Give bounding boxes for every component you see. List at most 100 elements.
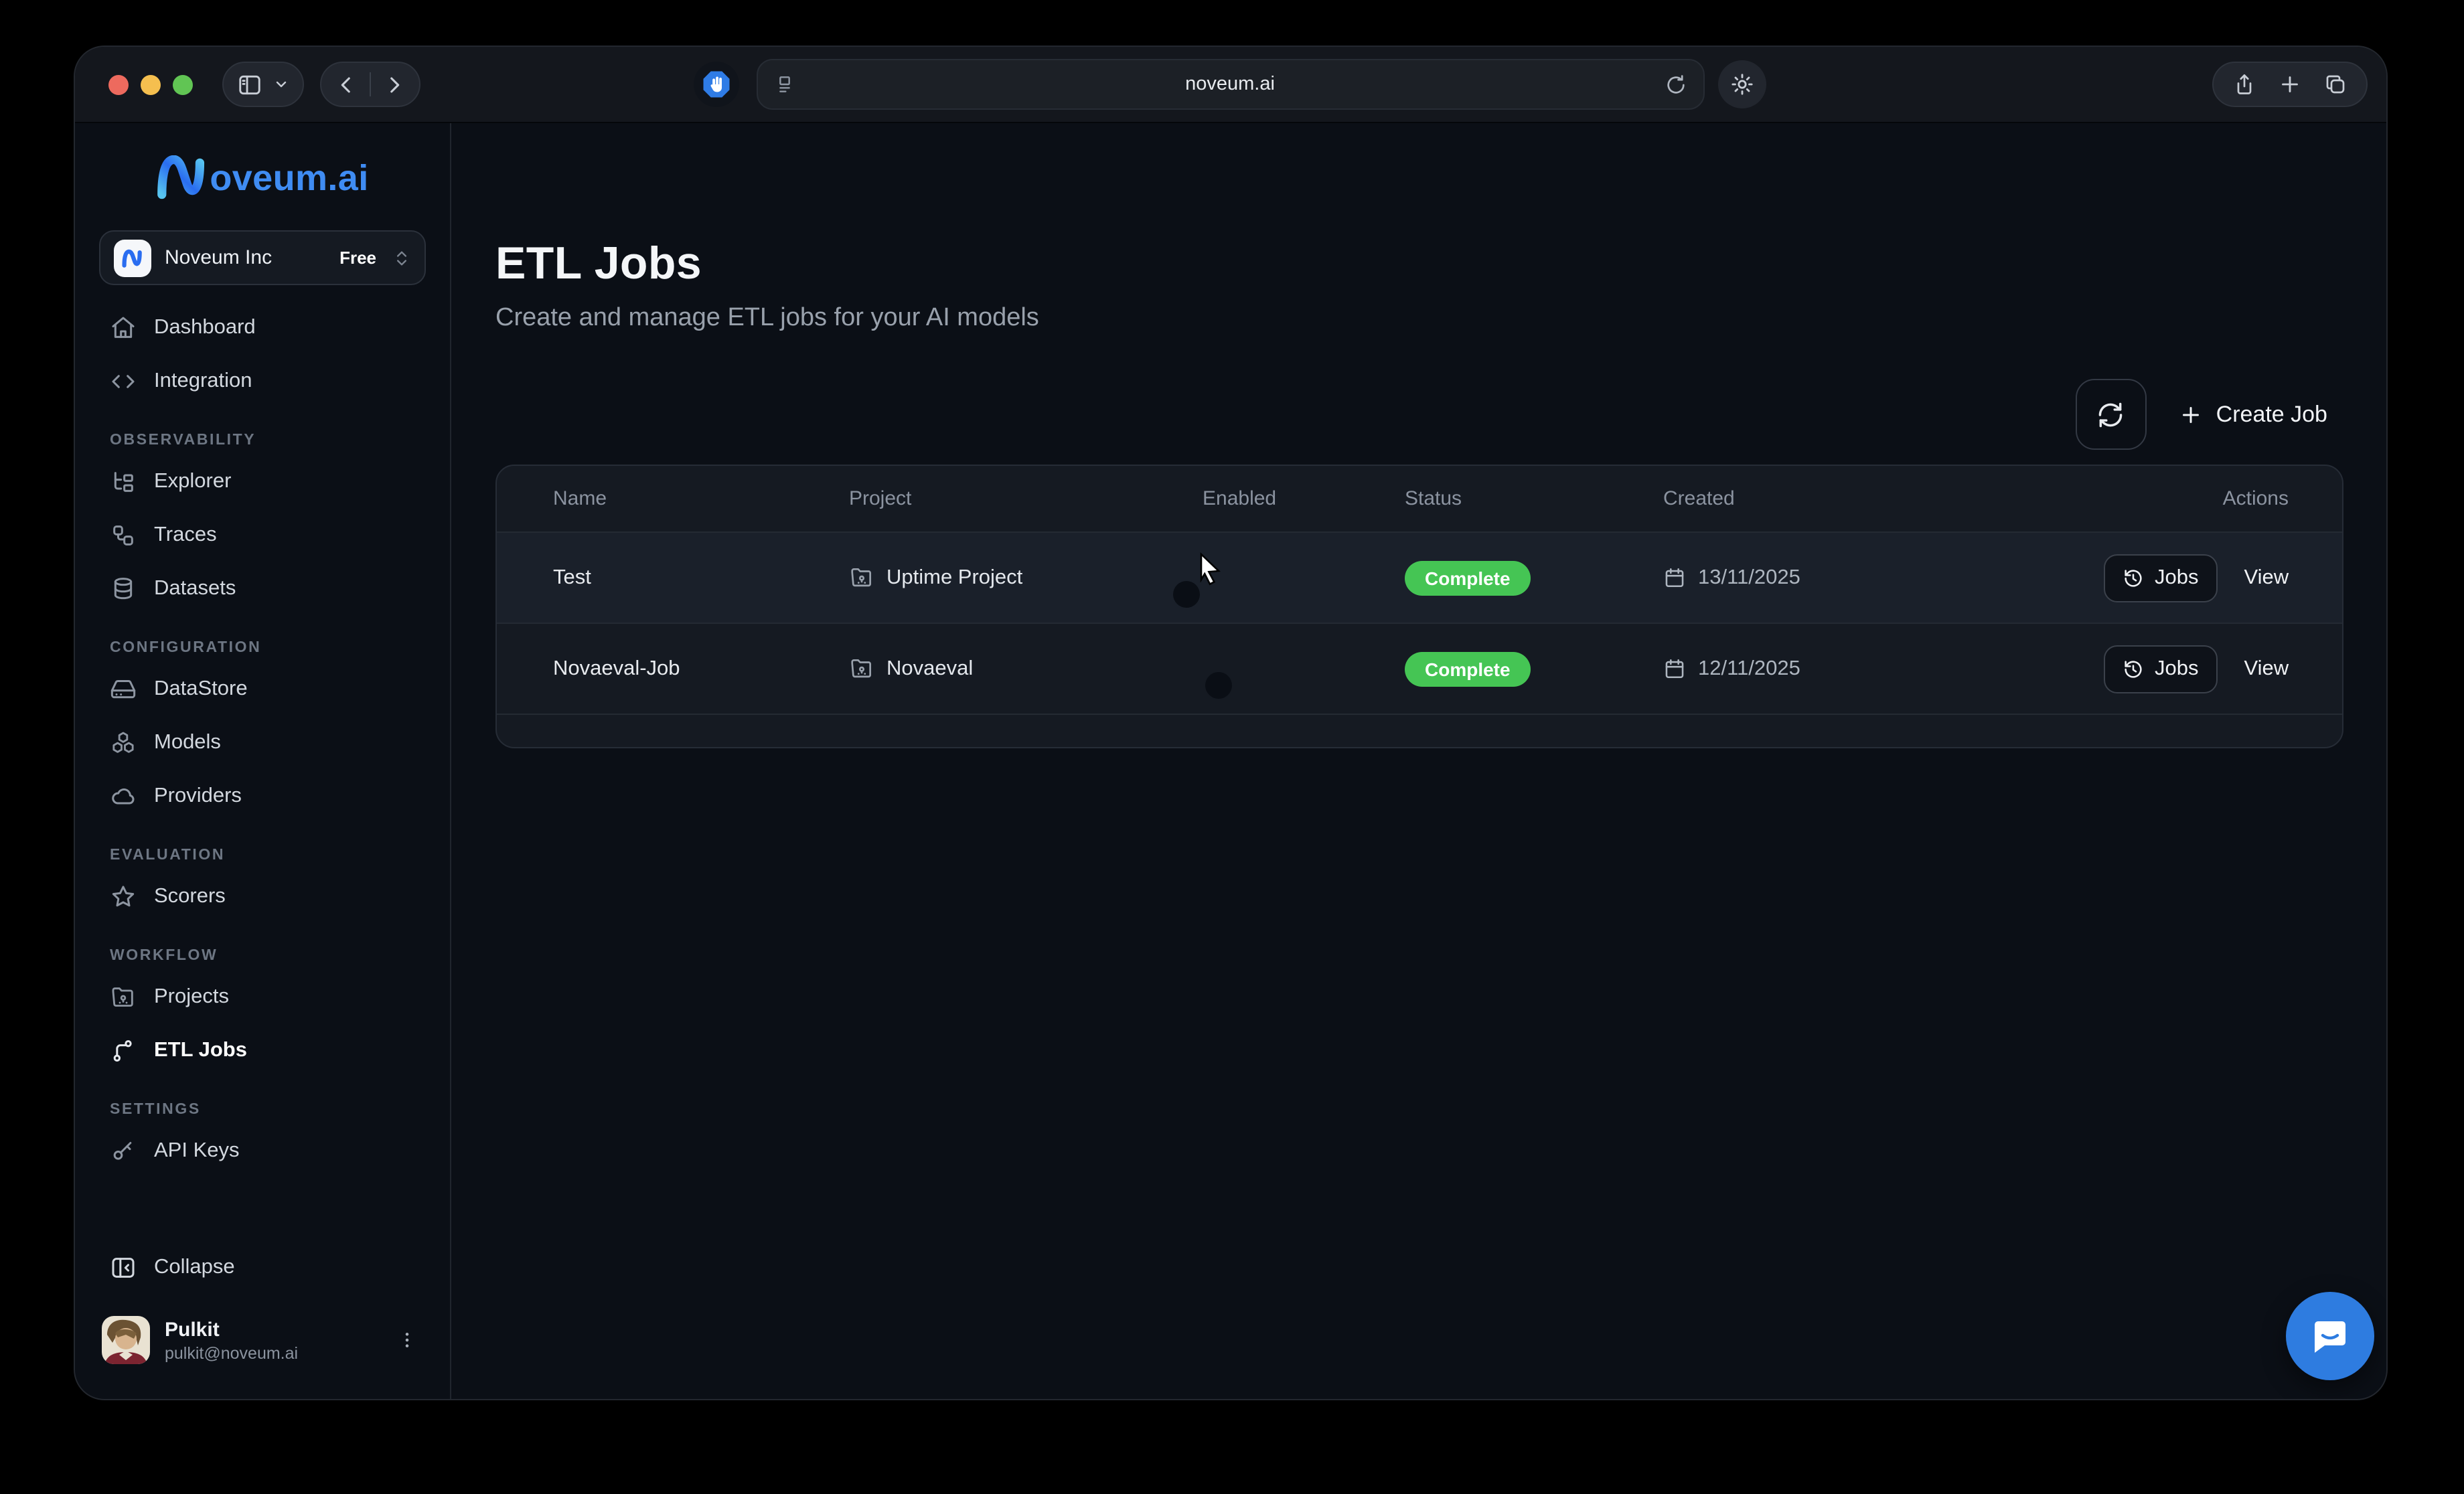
refresh-icon [2096, 400, 2126, 429]
boxes-icon [110, 730, 137, 756]
back-button[interactable] [335, 73, 358, 96]
sidebar-toggle-icon[interactable] [237, 72, 262, 97]
panel-left-close-icon [110, 1254, 137, 1281]
route-icon [110, 1038, 137, 1064]
job-name: Test [553, 566, 849, 590]
sidebar-item-dashboard[interactable]: Dashboard [99, 301, 426, 355]
tab-actions-group [2212, 62, 2368, 107]
sidebar-item-datastore[interactable]: DataStore [99, 663, 426, 716]
table-row: Novaeval-Job Novaeval Complete 12/11/202… [497, 624, 2342, 715]
row-actions: Jobs View [2104, 554, 2289, 602]
tab-overview-icon[interactable] [2323, 72, 2347, 96]
job-project: Uptime Project [849, 565, 1203, 590]
table-header-row: Name Project Enabled Status Created Acti… [497, 466, 2342, 533]
sidebar-item-datasets[interactable]: Datasets [99, 562, 426, 616]
job-project: Novaeval [849, 656, 1203, 681]
view-link[interactable]: View [2244, 566, 2289, 590]
sidebar-item-integration[interactable]: Integration [99, 355, 426, 408]
workflow-icon [110, 522, 137, 549]
sidebar-item-label: Traces [154, 523, 217, 548]
minimize-window-button[interactable] [141, 74, 161, 94]
section-label-settings: SETTINGS [99, 1102, 426, 1118]
sidebar-item-label: DataStore [154, 677, 248, 701]
page-subtitle: Create and manage ETL jobs for your AI m… [495, 304, 2343, 333]
sidebar-item-models[interactable]: Models [99, 716, 426, 770]
create-job-label: Create Job [2216, 401, 2327, 428]
org-selector[interactable]: Noveum Inc Free [99, 230, 426, 285]
chevrons-up-down-icon [392, 248, 411, 267]
created-date-text: 13/11/2025 [1698, 566, 1800, 590]
sidebar-item-label: API Keys [154, 1139, 240, 1163]
chat-widget-button[interactable] [2286, 1292, 2374, 1380]
plus-icon [2179, 402, 2203, 426]
page-title: ETL Jobs [495, 238, 2343, 290]
status-badge: Complete [1405, 651, 1531, 686]
sidebar-item-api-keys[interactable]: API Keys [99, 1125, 426, 1178]
avatar [102, 1316, 150, 1364]
folder-git-icon [110, 984, 137, 1011]
sidebar-item-label: Dashboard [154, 316, 256, 340]
project-name: Uptime Project [887, 566, 1022, 590]
user-profile[interactable]: Pulkit pulkit@noveum.ai [99, 1316, 426, 1399]
column-header-enabled: Enabled [1203, 487, 1405, 510]
sidebar-item-label: Explorer [154, 470, 231, 494]
sidebar-item-label: Integration [154, 369, 252, 394]
new-tab-icon[interactable] [2278, 72, 2302, 96]
chat-bubble-icon [2309, 1315, 2352, 1357]
close-window-button[interactable] [108, 74, 129, 94]
jobs-button[interactable]: Jobs [2104, 645, 2218, 693]
window-controls [108, 74, 193, 94]
collapse-label: Collapse [154, 1256, 235, 1280]
jobs-button[interactable]: Jobs [2104, 554, 2218, 602]
create-job-button[interactable]: Create Job [2179, 401, 2327, 428]
created-date-text: 12/11/2025 [1698, 657, 1800, 681]
history-icon [2123, 658, 2144, 679]
browser-toolbar: noveum.ai [75, 47, 2386, 123]
user-email: pulkit@noveum.ai [165, 1343, 376, 1362]
sidebar-toggle-group[interactable] [222, 62, 304, 107]
sidebar-item-scorers[interactable]: Scorers [99, 870, 426, 924]
column-header-project: Project [849, 487, 1203, 510]
history-nav-group [320, 62, 420, 107]
collapse-sidebar-button[interactable]: Collapse [99, 1241, 426, 1295]
section-label-observability: OBSERVABILITY [99, 432, 426, 448]
jobs-button-label: Jobs [2155, 657, 2199, 681]
user-menu-kebab-icon[interactable] [391, 1324, 423, 1356]
sidebar-item-label: Datasets [154, 577, 236, 601]
folder-git-icon [849, 565, 874, 590]
address-bar[interactable]: noveum.ai [757, 59, 1705, 110]
sidebar-item-providers[interactable]: Providers [99, 770, 426, 823]
noveum-logo-mark [156, 155, 207, 201]
reader-view-icon[interactable] [774, 74, 795, 95]
project-name: Novaeval [887, 657, 973, 681]
sidebar-item-projects[interactable]: Projects [99, 971, 426, 1024]
reload-icon[interactable] [1665, 73, 1687, 96]
table-row: Test Uptime Project Complete 13/11/2025 [497, 533, 2342, 624]
page-controls: Create Job [495, 379, 2343, 450]
refresh-button[interactable] [2076, 379, 2147, 450]
view-link[interactable]: View [2244, 657, 2289, 681]
created-date: 13/11/2025 [1663, 566, 2104, 590]
sidebar-item-explorer[interactable]: Explorer [99, 455, 426, 509]
sidebar-item-label: Models [154, 731, 221, 755]
column-header-status: Status [1405, 487, 1663, 510]
column-header-name: Name [553, 487, 849, 510]
sidebar-nav: Dashboard Integration OBSERVABILITY Expl… [99, 301, 426, 1178]
column-header-created: Created [1663, 487, 2104, 510]
sidebar-item-traces[interactable]: Traces [99, 509, 426, 562]
sidebar-item-label: Projects [154, 985, 229, 1009]
url-text[interactable]: noveum.ai [795, 74, 1665, 95]
share-icon[interactable] [2232, 72, 2256, 96]
content-blocker-extension-icon[interactable] [694, 62, 739, 107]
sidebar-item-label: ETL Jobs [154, 1039, 247, 1063]
status-badge: Complete [1405, 560, 1531, 595]
org-avatar [114, 239, 151, 276]
browser-settings-button[interactable] [1718, 60, 1766, 108]
chevron-down-icon[interactable] [273, 76, 289, 92]
section-label-configuration: CONFIGURATION [99, 640, 426, 656]
sidebar-item-etl-jobs[interactable]: ETL Jobs [99, 1024, 426, 1078]
history-icon [2123, 567, 2144, 588]
key-icon [110, 1138, 137, 1165]
forward-button[interactable] [383, 73, 406, 96]
zoom-window-button[interactable] [173, 74, 193, 94]
